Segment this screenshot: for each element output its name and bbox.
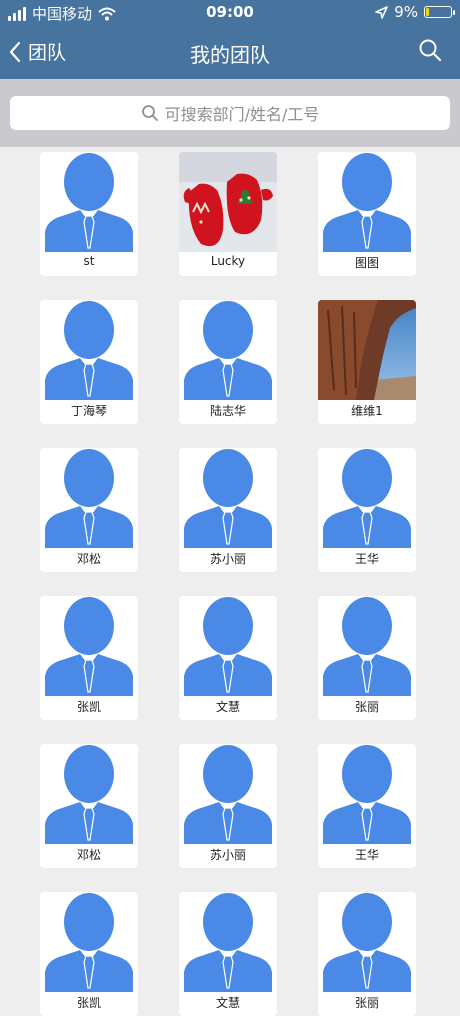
member-card[interactable]: Lucky: [179, 152, 277, 276]
battery-percent: 9%: [394, 3, 418, 21]
person-silhouette-icon: [40, 596, 138, 696]
chevron-left-icon: [9, 41, 21, 62]
member-name: Lucky: [210, 254, 246, 268]
member-card[interactable]: 陆志华: [179, 300, 277, 424]
member-name: 王华: [354, 552, 379, 566]
member-name: 陆志华: [209, 404, 246, 418]
member-name: 图图: [354, 256, 379, 270]
person-silhouette-icon: [40, 448, 138, 548]
member-card[interactable]: 王华: [318, 744, 416, 868]
person-silhouette-icon: [179, 596, 277, 696]
member-card[interactable]: 维维1: [318, 300, 416, 424]
search-icon: [419, 39, 442, 62]
member-card[interactable]: 张丽: [318, 596, 416, 720]
person-silhouette-icon: [40, 152, 138, 252]
member-card[interactable]: 文慧: [179, 596, 277, 720]
member-name: 文慧: [215, 996, 240, 1010]
member-name: 邓松: [76, 552, 101, 566]
canyon-photo: [318, 300, 416, 400]
person-silhouette-icon: [179, 744, 277, 844]
battery-icon: [424, 6, 455, 18]
member-name: 邓松: [76, 848, 101, 862]
person-silhouette-icon: [179, 892, 277, 992]
member-card[interactable]: 张丽: [318, 892, 416, 1016]
mittens-photo: [179, 152, 277, 252]
search-button[interactable]: [418, 38, 442, 66]
search-input[interactable]: 可搜索部门/姓名/工号: [10, 96, 450, 130]
member-card[interactable]: 丁海琴: [40, 300, 138, 424]
back-button[interactable]: 团队: [8, 38, 66, 65]
member-card[interactable]: 张凯: [40, 892, 138, 1016]
person-silhouette-icon: [318, 152, 416, 252]
member-name: 张丽: [354, 700, 379, 714]
member-card[interactable]: 文慧: [179, 892, 277, 1016]
search-bar-container: 可搜索部门/姓名/工号: [0, 79, 460, 147]
member-name: 张凯: [76, 700, 101, 714]
person-silhouette-icon: [40, 300, 138, 400]
member-card[interactable]: 苏小丽: [179, 744, 277, 868]
person-silhouette-icon: [179, 448, 277, 548]
member-name: 维维1: [351, 404, 383, 418]
member-name: 苏小丽: [209, 848, 246, 862]
member-grid: st Lucky 图图 丁海琴 陆志华 维维1 邓松 苏小丽 王华 张凯 文慧 …: [40, 152, 420, 1016]
member-card[interactable]: st: [40, 152, 138, 276]
member-card[interactable]: 张凯: [40, 596, 138, 720]
person-silhouette-icon: [179, 300, 277, 400]
person-silhouette-icon: [318, 448, 416, 548]
back-label: 团队: [28, 42, 67, 64]
page-title: 我的团队: [190, 43, 270, 67]
search-placeholder: 可搜索部门/姓名/工号: [164, 105, 320, 124]
person-silhouette-icon: [318, 892, 416, 992]
member-name: st: [83, 254, 95, 268]
person-silhouette-icon: [318, 744, 416, 844]
nav-bar: 团队 我的团队: [0, 26, 460, 79]
member-card[interactable]: 苏小丽: [179, 448, 277, 572]
member-name: 王华: [354, 848, 379, 862]
status-bar: 中国移动 09:00 9%: [0, 0, 460, 26]
location-arrow-icon: [375, 5, 389, 19]
member-name: 张丽: [354, 996, 379, 1010]
member-card[interactable]: 邓松: [40, 448, 138, 572]
person-silhouette-icon: [40, 892, 138, 992]
member-name: 丁海琴: [70, 404, 107, 418]
search-icon: [141, 105, 158, 121]
member-name: 张凯: [76, 996, 101, 1010]
person-silhouette-icon: [40, 744, 138, 844]
person-silhouette-icon: [318, 596, 416, 696]
member-card[interactable]: 王华: [318, 448, 416, 572]
member-card[interactable]: 图图: [318, 152, 416, 276]
member-card[interactable]: 邓松: [40, 744, 138, 868]
member-name: 苏小丽: [209, 552, 246, 566]
member-name: 文慧: [215, 700, 240, 714]
status-right: 9%: [375, 3, 455, 21]
